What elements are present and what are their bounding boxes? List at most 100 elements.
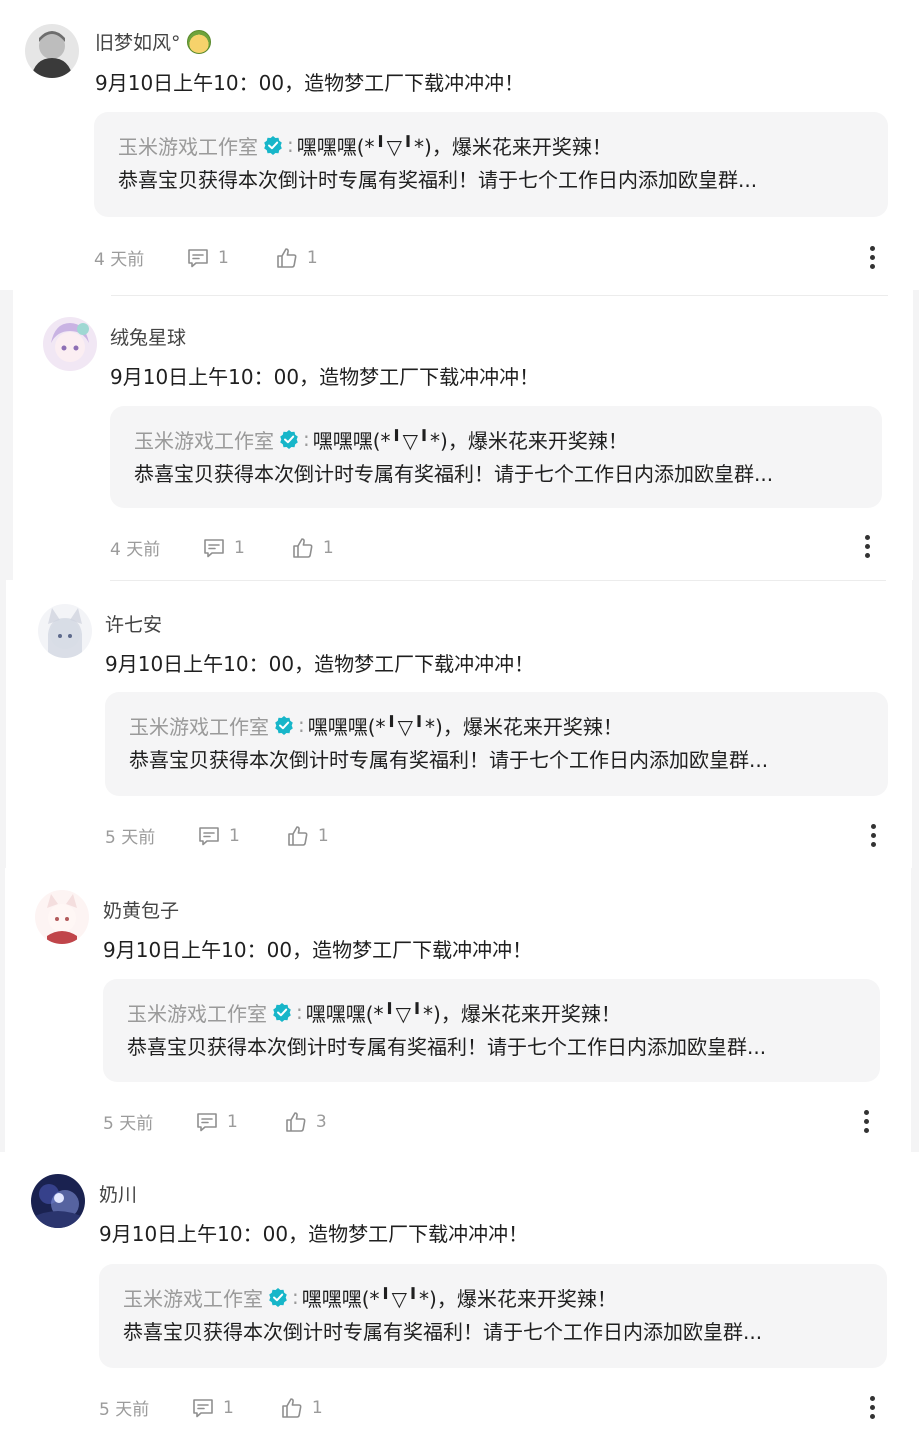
comment-meta: 5 天前 1 1	[105, 823, 375, 849]
quoted-reply[interactable]: 玉米游戏工作室 : 嘿嘿嘿(*╹▽╹*)，爆米花来开奖辣！ 恭喜宝贝获得本次倒计…	[94, 112, 888, 217]
like-button[interactable]: 3	[284, 1110, 327, 1134]
comment-meta: 4 天前 1 1	[110, 535, 380, 561]
avatar-image	[43, 317, 97, 371]
more-options-button[interactable]	[862, 1392, 882, 1422]
username[interactable]: 许七安	[105, 610, 162, 637]
more-options-button[interactable]	[863, 820, 883, 850]
comment-meta: 4 天前 1 1	[94, 245, 364, 271]
user-badge-icon	[186, 29, 211, 54]
reply-count: 1	[229, 825, 240, 846]
quote-separator: :	[298, 713, 305, 737]
comment-card: 奶川 9月10日上午10：00，造物梦工厂下载冲冲冲！ 玉米游戏工作室 : 嘿嘿…	[0, 1152, 919, 1448]
verified-check-icon	[274, 715, 294, 735]
quote-line2-text: 恭喜宝贝获得本次倒计时专属有奖福利！请于七个工作日内添加欧皇群...	[134, 462, 774, 486]
reply-button[interactable]: 1	[197, 824, 240, 848]
quote-line1-text: 嘿嘿嘿(*╹▽╹*)，爆米花来开奖辣！	[301, 1286, 617, 1311]
comment-card: 绒兔星球 9月10日上午10：00，造物梦工厂下载冲冲冲！ 玉米游戏工作室 : …	[13, 290, 913, 580]
username[interactable]: 奶黄包子	[103, 896, 179, 923]
quote-separator: :	[303, 427, 310, 451]
quote-line2-text: 恭喜宝贝获得本次倒计时专属有奖福利！请于七个工作日内添加欧皇群...	[118, 168, 758, 192]
quoted-reply[interactable]: 玉米游戏工作室 : 嘿嘿嘿(*╹▽╹*)，爆米花来开奖辣！ 恭喜宝贝获得本次倒计…	[99, 1264, 887, 1368]
timestamp: 5 天前	[99, 1400, 150, 1420]
timestamp: 5 天前	[103, 1114, 154, 1134]
reply-count: 1	[218, 247, 229, 268]
thumbs-up-icon	[288, 825, 308, 846]
like-count: 1	[322, 537, 334, 558]
timestamp: 4 天前	[110, 540, 161, 560]
reply-button[interactable]: 1	[191, 1396, 234, 1420]
comment-card: 许七安 9月10日上午10：00，造物梦工厂下载冲冲冲！ 玉米游戏工作室 : 嘿…	[6, 580, 912, 868]
comment-text: 9月10日上午10：00，造物梦工厂下载冲冲冲！	[95, 71, 525, 95]
verified-check-icon	[272, 1002, 292, 1022]
more-options-button[interactable]	[856, 1106, 876, 1136]
quote-header: 玉米游戏工作室 : 嘿嘿嘿(*╹▽╹*)，爆米花来开奖辣！	[129, 710, 866, 740]
quote-header: 玉米游戏工作室 : 嘿嘿嘿(*╹▽╹*)，爆米花来开奖辣！	[118, 130, 866, 160]
reply-button[interactable]: 1	[186, 246, 229, 270]
like-button[interactable]: 1	[275, 246, 318, 270]
avatar[interactable]	[35, 890, 89, 944]
quote-line1-text: 嘿嘿嘿(*╹▽╹*)，爆米花来开奖辣！	[305, 1001, 621, 1026]
thumbs-up-icon	[286, 1111, 306, 1132]
username-text: 绒兔星球	[110, 327, 187, 349]
timestamp: 4 天前	[94, 250, 145, 270]
username[interactable]: 旧梦如风°	[95, 28, 211, 55]
username-text: 奶黄包子	[103, 900, 180, 922]
avatar-image	[31, 1174, 85, 1228]
quote-author[interactable]: 玉米游戏工作室	[127, 998, 267, 1027]
like-button[interactable]: 1	[286, 824, 329, 848]
quoted-reply[interactable]: 玉米游戏工作室 : 嘿嘿嘿(*╹▽╹*)，爆米花来开奖辣！ 恭喜宝贝获得本次倒计…	[110, 406, 882, 508]
more-options-button[interactable]	[862, 242, 882, 272]
quote-line1-text: 嘿嘿嘿(*╹▽╹*)，爆米花来开奖辣！	[307, 714, 623, 739]
avatar[interactable]	[31, 1174, 85, 1228]
quoted-reply[interactable]: 玉米游戏工作室 : 嘿嘿嘿(*╹▽╹*)，爆米花来开奖辣！ 恭喜宝贝获得本次倒计…	[105, 692, 888, 796]
comment-card: 旧梦如风° 9月10日上午10：00，造物梦工厂下载冲冲冲！ 玉米游戏工作室 :…	[0, 0, 919, 290]
thumbs-up-icon	[282, 1397, 302, 1418]
username-text: 许七安	[105, 614, 163, 636]
quote-author[interactable]: 玉米游戏工作室	[134, 425, 274, 454]
quote-author[interactable]: 玉米游戏工作室	[118, 131, 258, 160]
verified-check-icon	[263, 135, 283, 155]
quote-separator: :	[296, 1000, 303, 1024]
comment-feed: 旧梦如风° 9月10日上午10：00，造物梦工厂下载冲冲冲！ 玉米游戏工作室 :…	[0, 0, 919, 1448]
thumbs-up-icon	[277, 247, 297, 268]
like-count: 1	[317, 825, 329, 846]
reply-button[interactable]: 1	[202, 536, 245, 560]
comment-bubble-icon	[197, 1112, 217, 1131]
quote-line2-text: 恭喜宝贝获得本次倒计时专属有奖福利！请于七个工作日内添加欧皇群...	[129, 748, 769, 772]
comment-bubble-icon	[193, 1398, 213, 1417]
quote-separator: :	[292, 1285, 299, 1309]
comment-card: 奶黄包子 9月10日上午10：00，造物梦工厂下载冲冲冲！ 玉米游戏工作室 : …	[5, 868, 911, 1152]
divider	[111, 295, 888, 296]
username[interactable]: 奶川	[99, 1180, 137, 1207]
quote-author[interactable]: 玉米游戏工作室	[123, 1283, 263, 1312]
like-button[interactable]: 1	[280, 1396, 323, 1420]
more-vertical-icon	[863, 1109, 869, 1115]
more-options-button[interactable]	[857, 531, 877, 561]
avatar[interactable]	[43, 317, 97, 371]
quote-line1-text: 嘿嘿嘿(*╹▽╹*)，爆米花来开奖辣！	[296, 134, 612, 159]
comment-meta: 5 天前 1 1	[99, 1395, 369, 1421]
reply-count: 1	[227, 1111, 238, 1132]
like-button[interactable]: 1	[291, 536, 334, 560]
reply-button[interactable]: 1	[195, 1110, 238, 1134]
comment-meta: 5 天前 1 3	[103, 1109, 373, 1135]
username[interactable]: 绒兔星球	[110, 323, 186, 350]
more-vertical-icon	[864, 534, 870, 540]
avatar[interactable]	[25, 24, 79, 78]
quote-header: 玉米游戏工作室 : 嘿嘿嘿(*╹▽╹*)，爆米花来开奖辣！	[127, 997, 858, 1027]
quoted-reply[interactable]: 玉米游戏工作室 : 嘿嘿嘿(*╹▽╹*)，爆米花来开奖辣！ 恭喜宝贝获得本次倒计…	[103, 979, 880, 1082]
like-count: 1	[311, 1397, 323, 1418]
like-count: 1	[306, 247, 318, 268]
reply-count: 1	[223, 1397, 234, 1418]
verified-check-icon	[268, 1287, 288, 1307]
quote-header: 玉米游戏工作室 : 嘿嘿嘿(*╹▽╹*)，爆米花来开奖辣！	[123, 1282, 865, 1312]
divider	[110, 580, 886, 581]
quote-header: 玉米游戏工作室 : 嘿嘿嘿(*╹▽╹*)，爆米花来开奖辣！	[134, 424, 860, 454]
quote-line2-text: 恭喜宝贝获得本次倒计时专属有奖福利！请于七个工作日内添加欧皇群...	[123, 1320, 763, 1344]
comment-text: 9月10日上午10：00，造物梦工厂下载冲冲冲！	[103, 938, 533, 962]
quote-author[interactable]: 玉米游戏工作室	[129, 711, 269, 740]
verified-check-icon	[279, 429, 299, 449]
quote-separator: :	[287, 133, 294, 157]
like-count: 3	[315, 1111, 327, 1132]
avatar[interactable]	[38, 604, 92, 658]
